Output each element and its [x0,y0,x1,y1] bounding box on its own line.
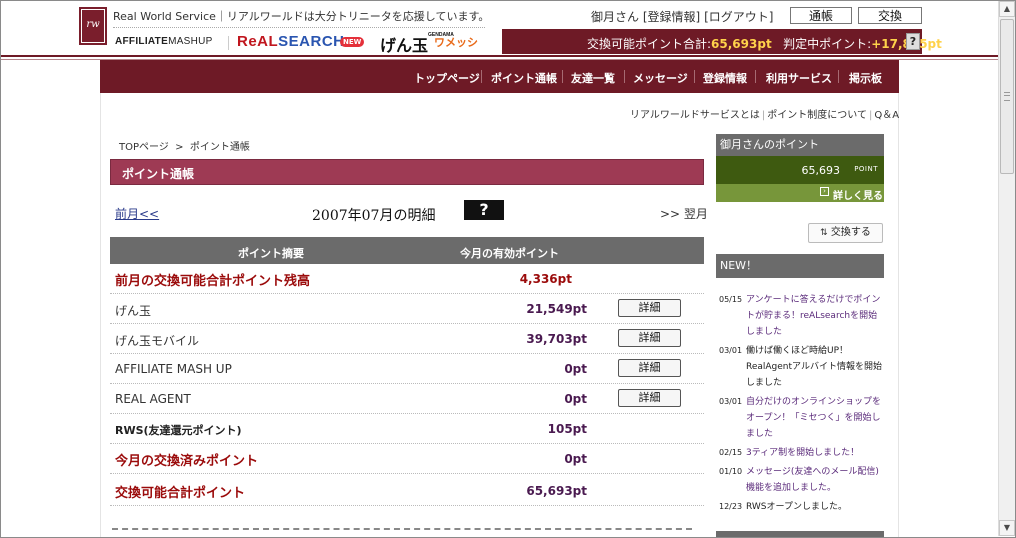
news-list: 05/15 アンケートに答えるだけでポイントが貯まる！reALsearchを開始し… [719,292,885,518]
scroll-grip [1004,92,1010,101]
new-badge: NEW [340,37,365,47]
rw-logo[interactable]: rw [79,7,107,45]
detail-button-real-agent[interactable]: 詳細 [618,389,681,407]
nav-divider [624,70,625,83]
exchangeable-points: 65,693pt [711,37,772,51]
logout-link[interactable]: ログアウト [709,10,769,24]
nav-services[interactable]: 利用サービス [766,70,832,86]
prev-month-link[interactable]: 前月<< [115,205,159,222]
nav-board[interactable]: 掲示板 [849,70,882,86]
content-border-right [898,93,899,538]
scroll-up-icon[interactable]: ▲ [999,1,1015,17]
detail-button-gendama-mobile[interactable]: 詳細 [618,329,681,347]
sidebar-points-panel: 御月さんのポイント 65,693 POINT › 詳しく見る [716,134,884,203]
affiliate-mashup-logo[interactable]: AFFILIATEMASHUP [115,36,213,47]
detail-button-affiliate[interactable]: 詳細 [618,359,681,377]
nav-passbook[interactable]: ポイント通帳 [491,70,557,86]
subnav-about[interactable]: リアルワールドサービスとは [630,110,760,121]
header-divider [113,27,485,28]
points-summary-bar: 交換可能ポイント合計:65,693pt 判定中ポイント:+17,825pt [502,29,942,54]
table-row: AFFILIATE MASH UP 0pt 詳細 [110,354,704,384]
breadcrumb-current: ポイント通帳 [189,142,250,153]
table-row: RWS(友達還元ポイント) 105pt [110,414,704,444]
sidebar-points-body: 65,693 POINT [716,156,884,184]
nav-divider [694,70,695,83]
breadcrumb: TOPページ > ポイント通帳 [119,142,250,153]
subnav-qa[interactable]: Q＆A [874,110,899,121]
table-row: げん玉モバイル 39,703pt 詳細 [110,324,704,354]
scroll-thumb[interactable] [1000,19,1014,174]
table-bottom-divider [112,528,692,530]
scroll-down-icon[interactable]: ▼ [999,520,1015,536]
table-row: 前月の交換可能合計ポイント残高 4,336pt [110,264,704,294]
table-row: げん玉 21,549pt 詳細 [110,294,704,324]
nav-friends[interactable]: 友達一覧 [571,70,615,86]
table-row: REAL AGENT 0pt 詳細 [110,384,704,414]
news-footer-bar [716,531,884,537]
realsearch-logo[interactable]: ReALSEARCH [237,33,345,50]
table-row: 今月の交換済みポイント 0pt [110,444,704,474]
col-points: 今月の有効ポイント [460,247,559,260]
sidebar-more[interactable]: › 詳しく見る [716,184,884,202]
news-item: 02/15 3ティア制を開始しました！ [719,448,860,458]
nav-messages[interactable]: メッセージ [633,70,688,86]
col-summary: ポイント摘要 [238,247,304,260]
arrow-box-icon: › [820,187,829,196]
month-help-icon[interactable]: ? [464,200,504,220]
exchange-button[interactable]: 交換 [858,7,922,24]
page-title: ポイント通帳 [122,167,195,181]
next-month-link[interactable]: >> 翌月 [660,205,708,222]
news-item: 03/01 自分だけのオンラインショップをオープン！「ミセつく」を開始しました [719,397,882,439]
nav-divider [838,70,839,83]
sub-nav: リアルワールドサービスとは | ポイント制度について | Q＆A [630,110,900,121]
nav-divider [481,70,482,83]
nav-registration[interactable]: 登録情報 [703,70,747,86]
tagline: Real World Service｜リアルワールドは大分トリニータを応援してい… [113,10,490,23]
news-item: 03/01 働けば働くほど時給UP！RealAgentアルバイト情報を開始しました [719,346,882,388]
vertical-scrollbar[interactable]: ▲ ▼ [998,1,1015,536]
month-title: 2007年07月の明細 [312,208,436,224]
sidebar-exchange-button[interactable]: ⇅ 交換する [808,223,883,243]
registration-link[interactable]: 登録情報 [648,10,696,24]
passbook-button[interactable]: 通帳 [790,7,852,24]
main-nav: トップページ ポイント通帳 友達一覧 メッセージ 登録情報 利用サービス 掲示板 [100,60,899,93]
page-title-bar: ポイント通帳 [110,159,704,185]
news-item: 05/15 アンケートに答えるだけでポイントが貯まる！reALsearchを開始し… [719,295,881,337]
user-line: 御月さん [登録情報] [ログアウト] [591,10,774,24]
news-item: 12/23 RWSオープンしました。 [719,502,847,512]
sidebar-points-header: 御月さんのポイント [716,134,884,156]
brand-separator [228,36,229,50]
user-name: 御月さん [591,10,640,24]
detail-button-gendama[interactable]: 詳細 [618,299,681,317]
help-icon[interactable]: ? [906,33,920,50]
table-row: 交換可能合計ポイント 65,693pt [110,476,704,506]
breadcrumb-top[interactable]: TOPページ [119,142,169,153]
sidebar-points-value: 65,693 [801,164,841,177]
news-header: NEW！ [716,254,884,278]
nav-top[interactable]: トップページ [414,70,480,86]
header-rule [1,55,998,57]
nav-divider [755,70,756,83]
subnav-points[interactable]: ポイント制度について [767,110,867,121]
exchange-arrows-icon: ⇅ [820,228,828,238]
content-border-left [100,93,101,538]
table-header: ポイント摘要 今月の有効ポイント [110,237,704,264]
mezon-logo[interactable]: ワメッシ [434,34,478,50]
nav-divider [562,70,563,83]
news-item: 01/10 メッセージ(友達へのメール配信)機能を追加しました。 [719,467,879,493]
